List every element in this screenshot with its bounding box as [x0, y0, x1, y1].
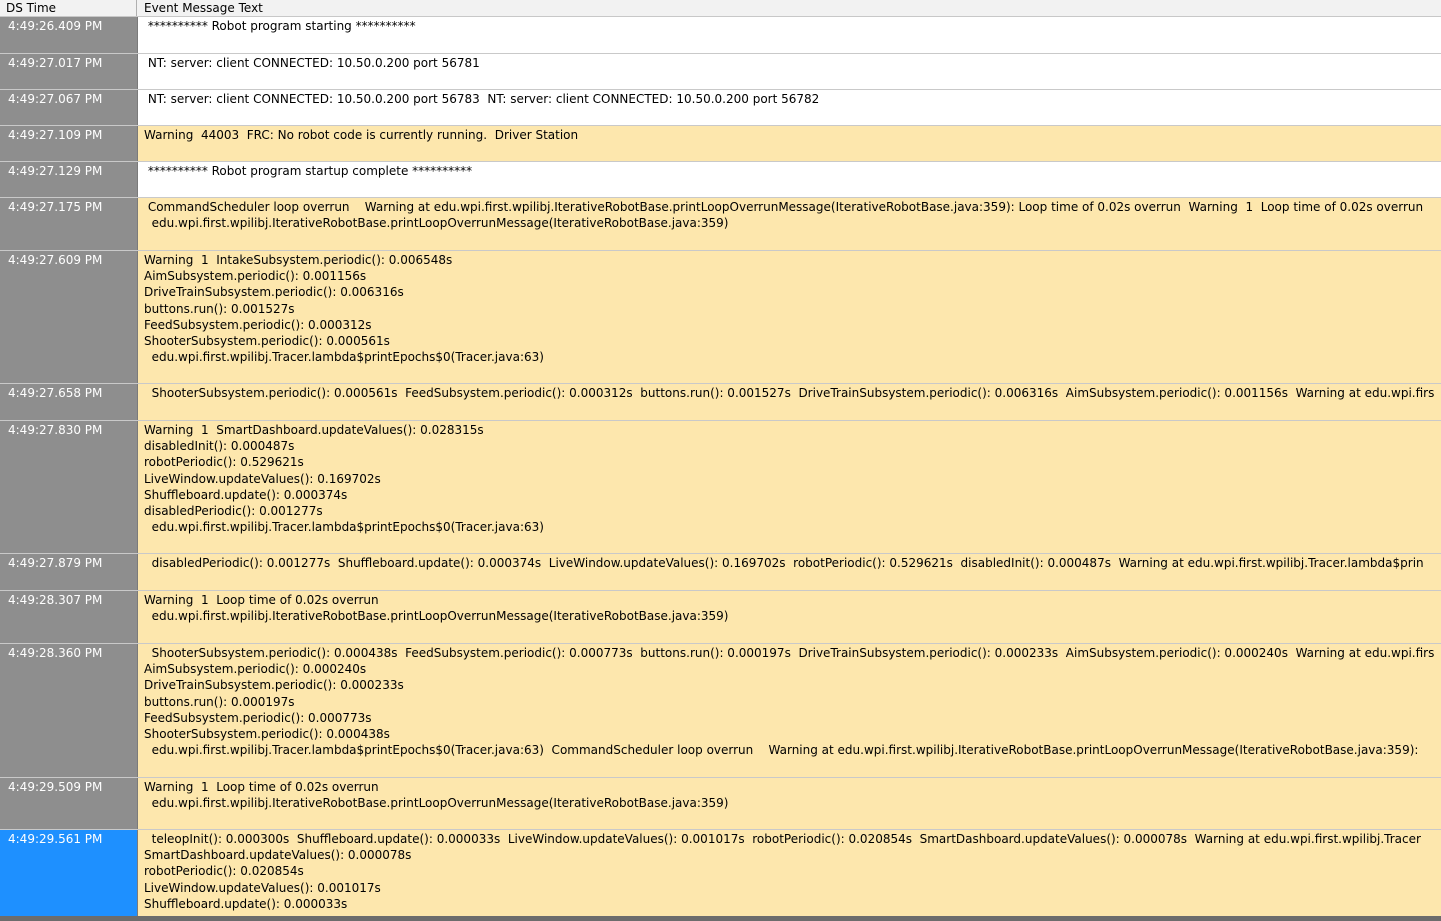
- row-time: 4:49:27.175 PM: [0, 198, 138, 250]
- row-message: NT: server: client CONNECTED: 10.50.0.20…: [138, 90, 1441, 125]
- log-row[interactable]: 4:49:27.017 PM NT: server: client CONNEC…: [0, 54, 1441, 90]
- row-time: 4:49:26.409 PM: [0, 17, 138, 53]
- log-row[interactable]: 4:49:27.129 PM ********** Robot program …: [0, 162, 1441, 198]
- log-table-header: DS Time Event Message Text: [0, 0, 1441, 17]
- row-time: 4:49:27.830 PM: [0, 421, 138, 553]
- row-time: 4:49:27.609 PM: [0, 251, 138, 383]
- log-row[interactable]: 4:49:27.175 PM CommandScheduler loop ove…: [0, 198, 1441, 251]
- row-message: Warning 1 Loop time of 0.02s overrun edu…: [138, 778, 1441, 829]
- row-time: 4:49:27.879 PM: [0, 554, 138, 590]
- event-log-list[interactable]: 4:49:26.409 PM ********** Robot program …: [0, 17, 1441, 916]
- row-message: NT: server: client CONNECTED: 10.50.0.20…: [138, 54, 1441, 89]
- log-row-selected[interactable]: 4:49:29.561 PM teleopInit(): 0.000300s S…: [0, 830, 1441, 916]
- log-row[interactable]: 4:49:27.879 PM disabledPeriodic(): 0.001…: [0, 554, 1441, 591]
- row-time: 4:49:27.109 PM: [0, 126, 138, 161]
- row-message: ShooterSubsystem.periodic(): 0.000561s F…: [138, 384, 1441, 420]
- row-message: ********** Robot program starting ******…: [138, 17, 1441, 53]
- row-message: Warning 44003 FRC: No robot code is curr…: [138, 126, 1441, 161]
- row-time: 4:49:27.129 PM: [0, 162, 138, 197]
- log-row[interactable]: 4:49:28.360 PM ShooterSubsystem.periodic…: [0, 644, 1441, 778]
- log-row[interactable]: 4:49:27.658 PM ShooterSubsystem.periodic…: [0, 384, 1441, 421]
- row-time: 4:49:27.017 PM: [0, 54, 138, 89]
- log-row[interactable]: 4:49:27.067 PM NT: server: client CONNEC…: [0, 90, 1441, 126]
- log-row[interactable]: 4:49:27.109 PM Warning 44003 FRC: No rob…: [0, 126, 1441, 162]
- row-time: 4:49:27.067 PM: [0, 90, 138, 125]
- row-message: teleopInit(): 0.000300s Shuffleboard.upd…: [138, 830, 1441, 916]
- row-message: disabledPeriodic(): 0.001277s Shuffleboa…: [138, 554, 1441, 590]
- log-row[interactable]: 4:49:28.307 PM Warning 1 Loop time of 0.…: [0, 591, 1441, 644]
- horizontal-scrollbar[interactable]: [0, 916, 1441, 921]
- row-message: Warning 1 SmartDashboard.updateValues():…: [138, 421, 1441, 553]
- log-row[interactable]: 4:49:27.609 PM Warning 1 IntakeSubsystem…: [0, 251, 1441, 384]
- row-time: 4:49:29.509 PM: [0, 778, 138, 829]
- row-time: 4:49:28.307 PM: [0, 591, 138, 643]
- row-message: Warning 1 IntakeSubsystem.periodic(): 0.…: [138, 251, 1441, 383]
- log-row[interactable]: 4:49:29.509 PM Warning 1 Loop time of 0.…: [0, 778, 1441, 830]
- row-message: Warning 1 Loop time of 0.02s overrun edu…: [138, 591, 1441, 643]
- row-message: CommandScheduler loop overrun Warning at…: [138, 198, 1441, 250]
- row-time: 4:49:29.561 PM: [0, 830, 138, 916]
- row-message: ShooterSubsystem.periodic(): 0.000438s F…: [138, 644, 1441, 777]
- log-row[interactable]: 4:49:27.830 PM Warning 1 SmartDashboard.…: [0, 421, 1441, 554]
- row-message: ********** Robot program startup complet…: [138, 162, 1441, 197]
- event-message-column-header[interactable]: Event Message Text: [138, 0, 1441, 16]
- log-row[interactable]: 4:49:26.409 PM ********** Robot program …: [0, 17, 1441, 54]
- row-time: 4:49:28.360 PM: [0, 644, 138, 777]
- ds-time-column-header[interactable]: DS Time: [0, 0, 137, 16]
- row-time: 4:49:27.658 PM: [0, 384, 138, 420]
